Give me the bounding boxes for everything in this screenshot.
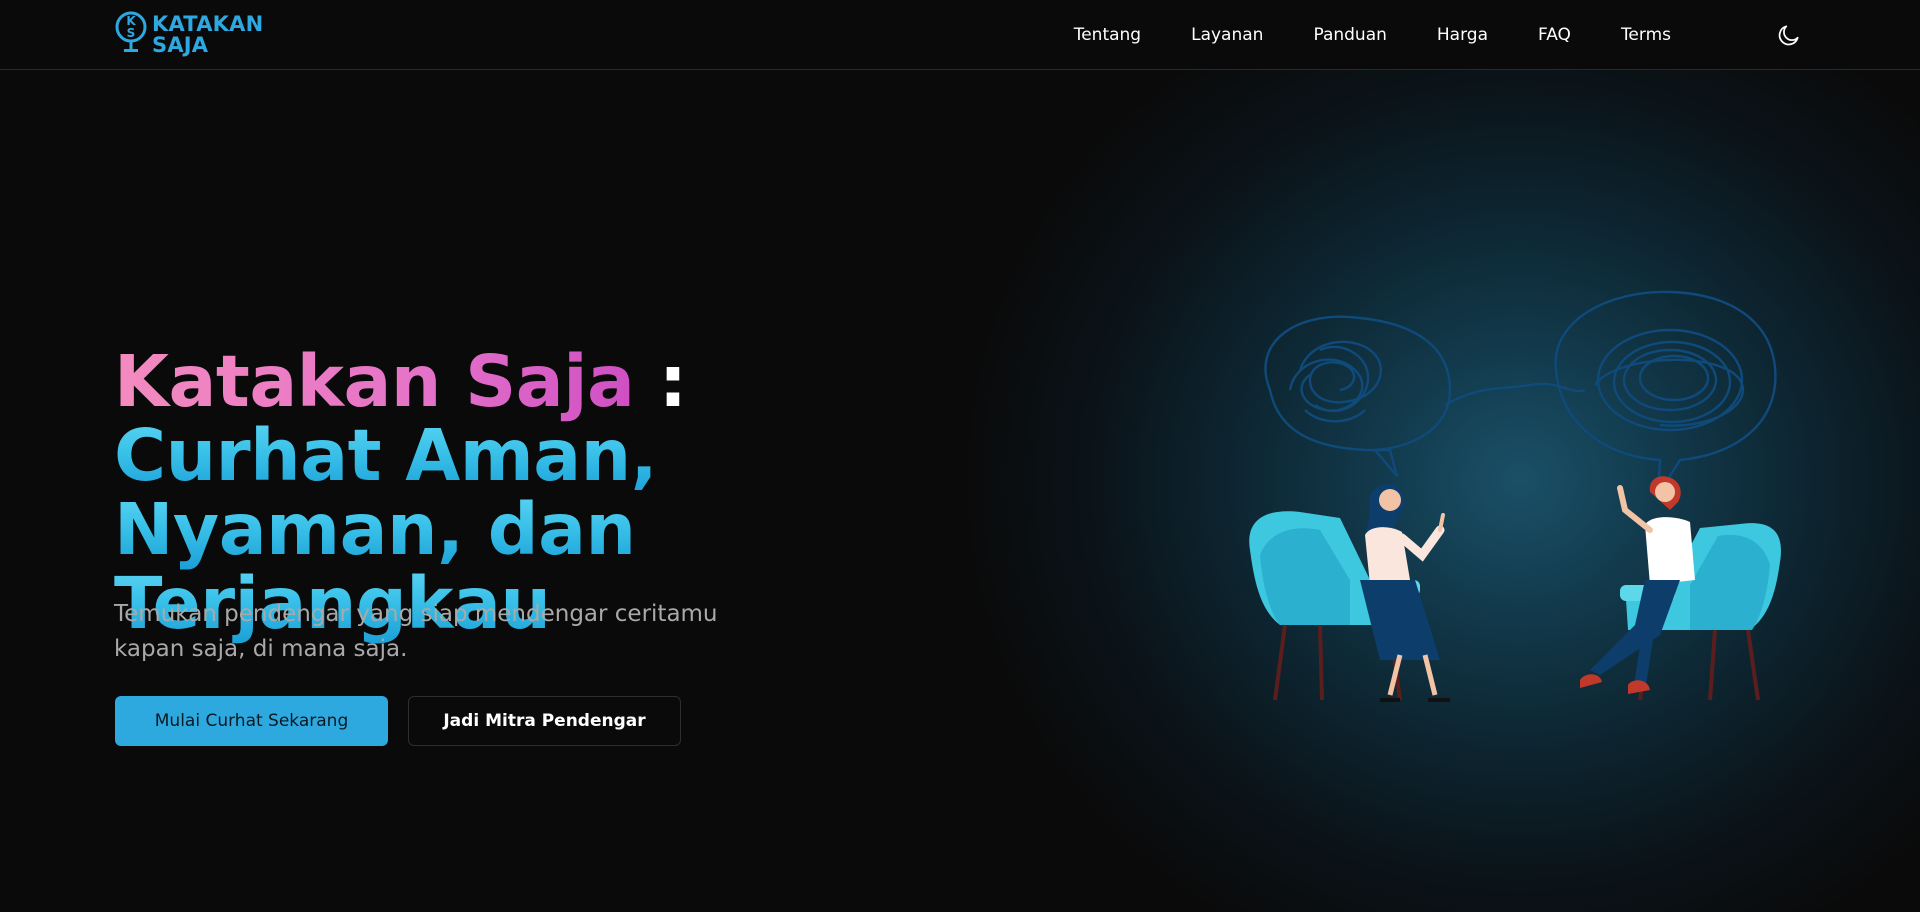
two-people-talking-illustration bbox=[1249, 290, 1781, 702]
nav-item-harga[interactable]: Harga bbox=[1437, 25, 1488, 45]
nav-item-terms[interactable]: Terms bbox=[1621, 25, 1671, 45]
become-listener-button[interactable]: Jadi Mitra Pendengar bbox=[408, 696, 681, 746]
brand-name-line2: SAJA bbox=[152, 33, 209, 57]
nav-item-tentang[interactable]: Tentang bbox=[1074, 25, 1141, 45]
start-curhat-button[interactable]: Mulai Curhat Sekarang bbox=[115, 696, 388, 746]
moon-icon[interactable] bbox=[1776, 22, 1802, 48]
hero-title-colon: : bbox=[658, 340, 687, 423]
brand-name: KATAKAN SAJA bbox=[152, 14, 263, 56]
hero-title-brand: Katakan Saja bbox=[114, 340, 635, 423]
nav-item-layanan[interactable]: Layanan bbox=[1191, 25, 1263, 45]
microphone-logo-icon: K S bbox=[115, 11, 147, 52]
nav-item-faq[interactable]: FAQ bbox=[1538, 25, 1571, 45]
svg-text:S: S bbox=[127, 26, 136, 40]
left-thought-bubble-icon bbox=[1264, 315, 1452, 477]
nav-links: Tentang Layanan Panduan Harga FAQ Terms bbox=[1074, 0, 1671, 70]
hero-subtitle: Temukan pendengar yang siap mendengar ce… bbox=[114, 601, 718, 662]
brand-logo[interactable]: K S KATAKAN SAJA bbox=[114, 10, 263, 60]
nav-item-panduan[interactable]: Panduan bbox=[1313, 25, 1386, 45]
left-woman-icon bbox=[1360, 483, 1450, 702]
top-navbar: K S KATAKAN SAJA Tentang Layanan Panduan… bbox=[0, 0, 1920, 70]
right-thought-bubble-icon bbox=[1554, 290, 1777, 496]
brand-name-line1: KATAKAN bbox=[152, 12, 264, 36]
